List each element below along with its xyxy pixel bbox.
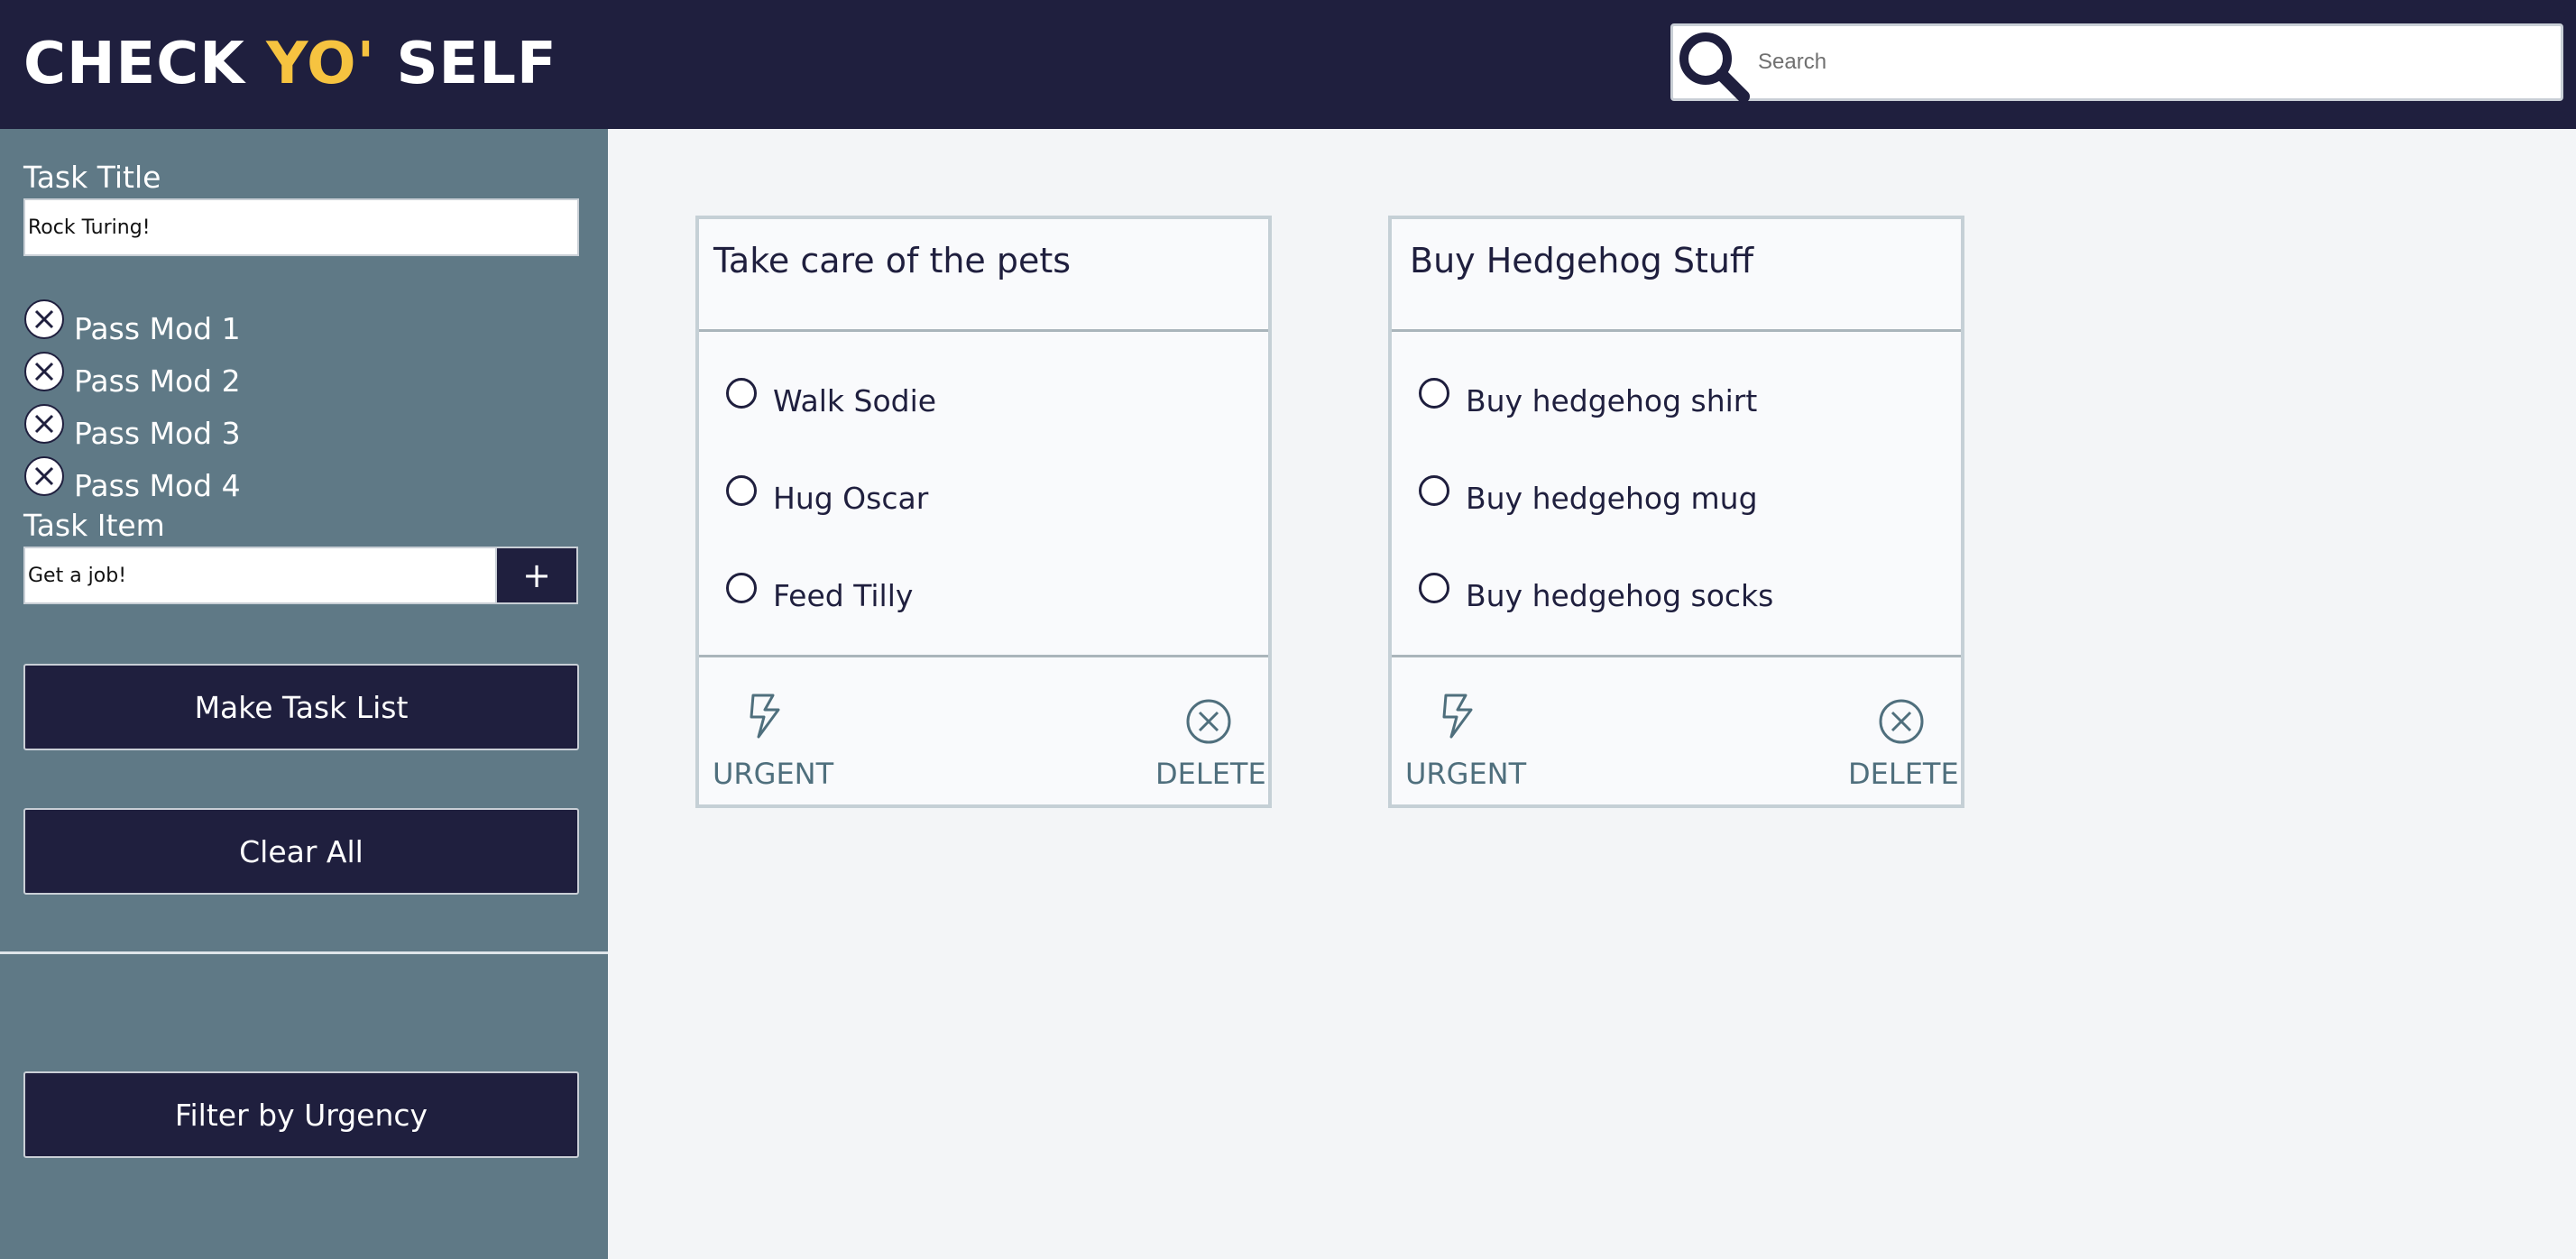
search-icon[interactable]: [1675, 28, 1751, 104]
task-card: Take care of the pets Walk Sodie Hug Osc…: [695, 216, 1272, 808]
task-item-label: Task Item: [23, 508, 165, 543]
sidebar: Task Title Pass Mod 1 Pass Mod 2 Pass Mo…: [0, 129, 608, 1259]
radio-circle-icon[interactable]: [1419, 378, 1449, 409]
add-task-item-button[interactable]: +: [495, 547, 578, 604]
urgent-label[interactable]: URGENT: [1405, 757, 1526, 791]
remove-item-icon[interactable]: [23, 299, 65, 340]
remove-item-icon[interactable]: [23, 455, 65, 497]
card-title: Buy Hedgehog Stuff: [1410, 241, 1754, 280]
card-divider: [699, 329, 1268, 332]
task-card: Buy Hedgehog Stuff Buy hedgehog shirt Bu…: [1388, 216, 1964, 808]
app-logo: CHECK YO' SELF: [23, 31, 557, 97]
clear-all-button[interactable]: Clear All: [23, 808, 579, 895]
task-item-input[interactable]: [23, 547, 497, 604]
card-title: Take care of the pets: [713, 241, 1072, 280]
remove-item-icon[interactable]: [23, 351, 65, 392]
search-input[interactable]: [1753, 26, 2555, 98]
make-task-list-button[interactable]: Make Task List: [23, 664, 579, 750]
logo-text-accent: YO': [266, 31, 376, 97]
pending-task-text: Pass Mod 2: [74, 363, 241, 399]
filter-by-urgency-button[interactable]: Filter by Urgency: [23, 1071, 579, 1158]
task-title-label: Task Title: [23, 160, 161, 195]
task-title-input[interactable]: [23, 198, 579, 256]
card-task-text: Walk Sodie: [773, 383, 937, 418]
card-task-text: Buy hedgehog mug: [1466, 481, 1758, 516]
pending-task-text: Pass Mod 4: [74, 468, 241, 503]
radio-circle-icon[interactable]: [1419, 475, 1449, 506]
pending-task-text: Pass Mod 1: [74, 311, 241, 346]
logo-text-check: CHECK: [23, 31, 267, 97]
lightning-icon[interactable]: [746, 694, 784, 739]
sidebar-divider: [0, 951, 608, 954]
card-divider: [1392, 329, 1961, 332]
app-header: CHECK YO' SELF: [0, 0, 2576, 129]
remove-item-icon[interactable]: [23, 403, 65, 445]
radio-circle-icon[interactable]: [726, 378, 757, 409]
radio-circle-icon[interactable]: [726, 573, 757, 603]
radio-circle-icon[interactable]: [1419, 573, 1449, 603]
card-task-text: Feed Tilly: [773, 578, 914, 613]
search-bar: [1670, 23, 2563, 104]
card-divider: [1392, 655, 1961, 657]
radio-circle-icon[interactable]: [726, 475, 757, 506]
card-task-text: Hug Oscar: [773, 481, 929, 516]
card-task-text: Buy hedgehog shirt: [1466, 383, 1758, 418]
logo-text-self: SELF: [375, 31, 557, 97]
delete-icon[interactable]: [1185, 698, 1232, 745]
delete-label[interactable]: DELETE: [1155, 757, 1266, 791]
delete-label[interactable]: DELETE: [1848, 757, 1959, 791]
card-divider: [699, 655, 1268, 657]
delete-icon[interactable]: [1878, 698, 1925, 745]
lightning-icon[interactable]: [1439, 694, 1477, 739]
pending-task-text: Pass Mod 3: [74, 416, 241, 451]
urgent-label[interactable]: URGENT: [713, 757, 833, 791]
card-task-text: Buy hedgehog socks: [1466, 578, 1774, 613]
